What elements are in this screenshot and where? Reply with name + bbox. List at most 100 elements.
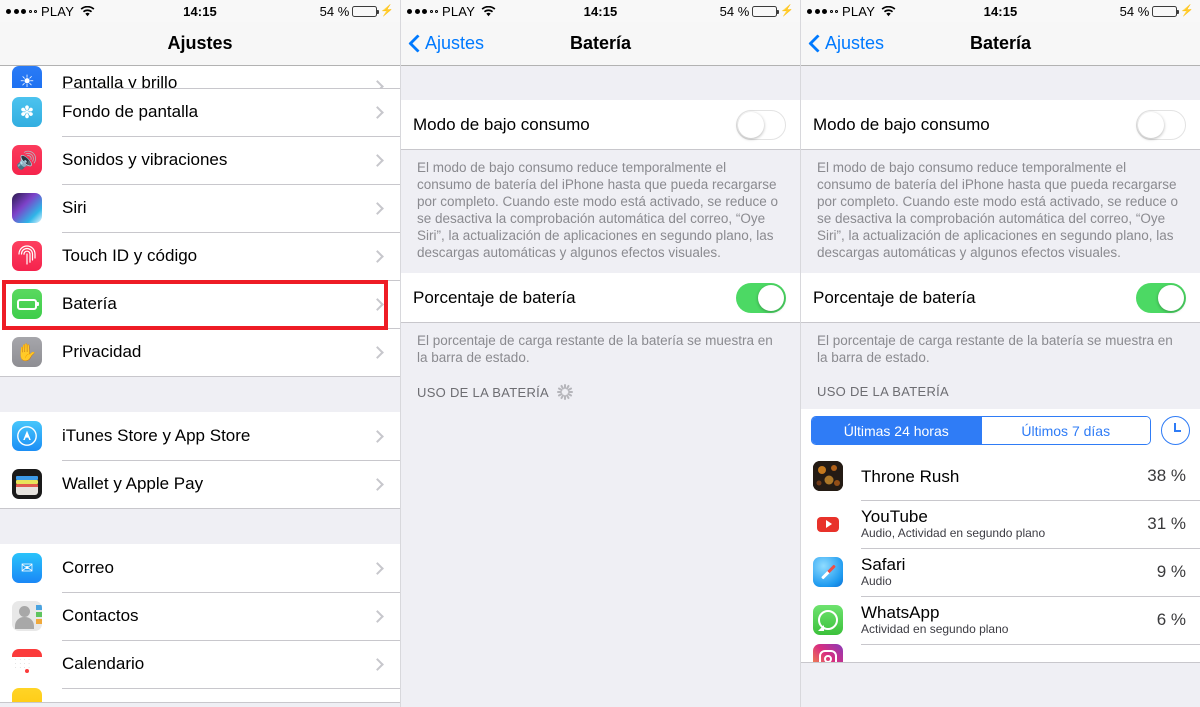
chevron-right-icon	[371, 105, 384, 119]
battery-percent-text: 54 %	[1119, 3, 1150, 19]
app-store-glyph	[17, 426, 37, 446]
sidebar-item-itunes-store-y-app-store[interactable]: iTunes Store y App Store	[0, 412, 400, 460]
sidebar-item-label: Fondo de pantalla	[62, 102, 199, 121]
list-item[interactable]: Safari Audio 9 %	[801, 548, 1200, 596]
sidebar-item-privacidad[interactable]: ✋ Privacidad	[0, 328, 400, 376]
status-bar: PLAY 14:15 54 % ⚡	[0, 0, 400, 22]
list-item-text: WhatsApp Actividad en segundo plano	[861, 603, 1157, 637]
settings-group-2: iTunes Store y App Store Wallet y Apple …	[0, 412, 400, 509]
sidebar-item-siri[interactable]: Siri	[0, 184, 400, 232]
fingerprint-glyph	[18, 245, 36, 265]
sidebar-item-label: Wallet y Apple Pay	[62, 474, 204, 493]
battery-icon	[752, 5, 780, 17]
bolt-icon: ⚡	[1180, 4, 1194, 17]
screen-battery-usage: PLAY 14:15 54 % ⚡ Ajustes Batería Modo d…	[800, 0, 1200, 707]
sidebar-item-calendario[interactable]: · · · · · · · · · · · · Calendario	[0, 640, 400, 688]
battery-icon	[352, 5, 380, 17]
sidebar-item-touch-id-y-codigo[interactable]: Touch ID y código	[0, 232, 400, 280]
segmented-control[interactable]: Últimas 24 horas Últimos 7 días	[811, 416, 1151, 445]
row-label: Porcentaje de batería	[813, 287, 976, 307]
sounds-icon: 🔊	[12, 145, 42, 175]
group-separator	[0, 509, 400, 544]
back-button-label: Ajustes	[425, 33, 485, 53]
sidebar-item-pantalla-y-brillo[interactable]: ☀ Pantalla y brillo	[0, 66, 400, 88]
low-power-group: Modo de bajo consumo	[401, 100, 800, 150]
battery-percentage-footer: El porcentaje de carga restante de la ba…	[801, 323, 1200, 370]
sidebar-item-wallet-y-apple-pay[interactable]: Wallet y Apple Pay	[0, 460, 400, 508]
app-name: Safari	[861, 555, 906, 574]
top-spacer	[401, 66, 800, 100]
group-separator	[0, 377, 400, 412]
touch-id-icon	[12, 241, 42, 271]
chevron-right-icon	[371, 80, 384, 88]
segment-ultimos-7-dias[interactable]: Últimos 7 días	[980, 417, 1150, 444]
segment-ultimas-24-horas[interactable]: Últimas 24 horas	[812, 417, 981, 444]
settings-scroll-area[interactable]: ☀ Pantalla y brillo ✽ Fondo de pantalla …	[0, 66, 400, 707]
list-item[interactable]: WhatsApp Actividad en segundo plano 6 %	[801, 596, 1200, 644]
sidebar-item-correo[interactable]: ✉ Correo	[0, 544, 400, 592]
display-brightness-icon: ☀	[12, 66, 42, 88]
instagram-icon	[813, 644, 843, 662]
list-item[interactable]	[801, 644, 1200, 662]
clock-icon[interactable]	[1161, 416, 1190, 445]
chevron-right-icon	[371, 609, 384, 623]
app-usage-detail: Audio, Actividad en segundo plano	[861, 526, 1046, 540]
chevron-right-icon	[371, 297, 384, 311]
usage-period-segmented-control[interactable]: Últimas 24 horas Últimos 7 días	[801, 409, 1200, 452]
row-label: Modo de bajo consumo	[413, 114, 590, 134]
battery-percent-text: 54 %	[319, 3, 350, 19]
row-porcentaje-de-bateria[interactable]: Porcentaje de batería	[401, 273, 800, 322]
battery-scroll-area[interactable]: Modo de bajo consumo El modo de bajo con…	[401, 66, 800, 707]
usage-section-label: USO DE LA BATERÍA	[417, 384, 550, 400]
usage-section-header: USO DE LA BATERÍA	[801, 370, 1200, 409]
battery-usage-list: Throne Rush 38 % YouTube Audio, Activida…	[801, 452, 1200, 663]
list-item-text: YouTube Audio, Actividad en segundo plan…	[861, 507, 1147, 541]
row-porcentaje-de-bateria[interactable]: Porcentaje de batería	[801, 273, 1200, 322]
row-modo-de-bajo-consumo[interactable]: Modo de bajo consumo	[401, 100, 800, 149]
sidebar-item-sonidos-y-vibraciones[interactable]: 🔊 Sonidos y vibraciones	[0, 136, 400, 184]
settings-group-3: ✉ Correo Contactos · · · · · · · · · · · ·	[0, 544, 400, 703]
chevron-right-icon	[371, 345, 384, 359]
back-button[interactable]: Ajustes	[809, 33, 884, 54]
nav-bar: Ajustes Batería	[801, 22, 1200, 66]
usage-percent: 9 %	[1156, 562, 1186, 581]
calendar-icon: · · · · · · · · · · · ·	[12, 649, 42, 679]
chevron-right-icon	[371, 429, 384, 443]
whatsapp-icon	[813, 605, 843, 635]
sidebar-item-fondo-de-pantalla[interactable]: ✽ Fondo de pantalla	[0, 88, 400, 136]
sidebar-item-contactos[interactable]: Contactos	[0, 592, 400, 640]
sidebar-item-label: Correo	[62, 558, 114, 577]
list-item-text: Throne Rush	[861, 467, 1147, 486]
low-power-toggle[interactable]	[736, 109, 786, 140]
back-button[interactable]: Ajustes	[409, 33, 484, 54]
list-item-text: Safari Audio	[861, 555, 1157, 589]
sidebar-item-notas[interactable]	[0, 688, 400, 702]
list-item[interactable]: Throne Rush 38 %	[801, 452, 1200, 500]
status-bar-right: 54 % ⚡	[720, 4, 794, 19]
battery-percentage-toggle[interactable]	[1136, 282, 1186, 313]
sidebar-item-label: Pantalla y brillo	[62, 73, 178, 88]
battery-percentage-toggle[interactable]	[736, 282, 786, 313]
battery-scroll-area[interactable]: Modo de bajo consumo El modo de bajo con…	[801, 66, 1200, 707]
chevron-right-icon	[371, 153, 384, 167]
battery-icon	[1152, 5, 1180, 17]
throne-rush-art	[813, 461, 843, 491]
usage-percent: 38 %	[1147, 466, 1186, 485]
low-power-group: Modo de bajo consumo	[801, 100, 1200, 150]
privacy-hand-icon: ✋	[12, 337, 42, 367]
bolt-icon: ⚡	[380, 4, 394, 17]
sidebar-item-label: Touch ID y código	[62, 246, 198, 265]
throne-rush-icon	[813, 461, 843, 491]
wallet-icon	[12, 469, 42, 499]
contacts-icon	[12, 601, 42, 631]
top-spacer	[801, 66, 1200, 100]
sidebar-item-bateria[interactable]: Batería	[0, 280, 400, 328]
youtube-icon	[813, 509, 843, 539]
page-title: Ajustes	[167, 33, 233, 53]
mail-icon: ✉	[12, 553, 42, 583]
list-item[interactable]: YouTube Audio, Actividad en segundo plan…	[801, 500, 1200, 548]
row-modo-de-bajo-consumo[interactable]: Modo de bajo consumo	[801, 100, 1200, 149]
low-power-toggle[interactable]	[1136, 109, 1186, 140]
nav-bar: Ajustes	[0, 22, 400, 66]
chevron-left-icon	[809, 34, 821, 54]
